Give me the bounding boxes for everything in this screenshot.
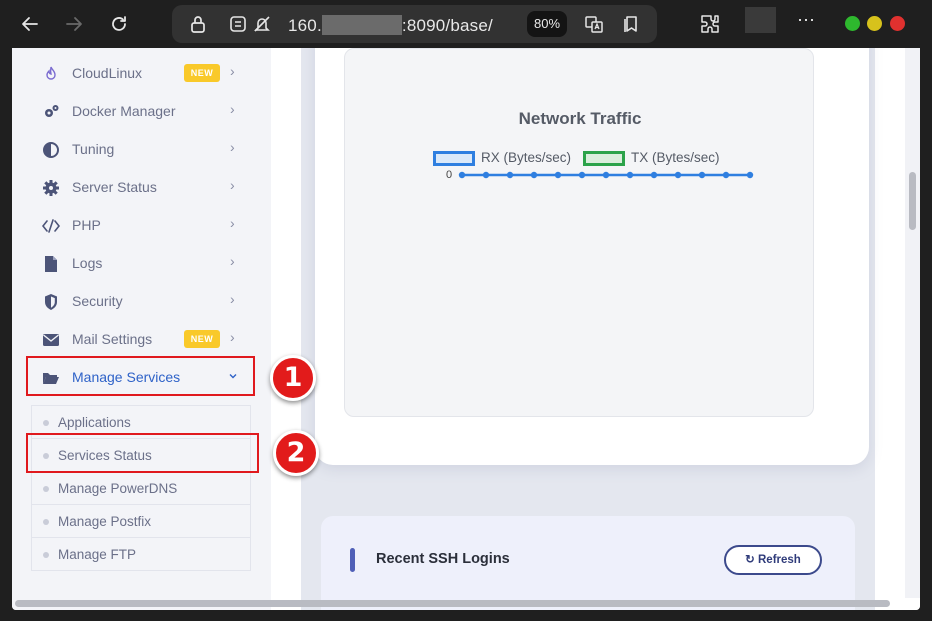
chevron-right-icon: ›	[230, 63, 235, 79]
url-path: :8090/base/	[401, 16, 493, 35]
sidebar-item-security[interactable]: Security ›	[30, 283, 262, 321]
address-bar[interactable]: 160. :8090/base/ 80%	[172, 5, 657, 43]
main-content: Network Traffic RX (Bytes/sec) TX (Bytes…	[271, 48, 920, 610]
chevron-right-icon: ›	[230, 177, 235, 193]
site-info-icon[interactable]	[228, 14, 248, 34]
sidebar: CloudLinux NEW › Docker Manager › Tuning…	[12, 48, 271, 610]
submenu-item-manage-ftp[interactable]: Manage FTP	[32, 538, 250, 571]
chevron-right-icon: ›	[230, 253, 235, 269]
url-redacted	[321, 15, 402, 35]
highlight-box-step2	[26, 433, 259, 473]
legend-label-rx: RX (Bytes/sec)	[481, 150, 572, 165]
sidebar-item-label: Tuning	[72, 141, 115, 157]
more-menu-button[interactable]: ⋯	[797, 10, 816, 31]
step-1-marker: 1	[270, 355, 316, 401]
sidebar-item-mail-settings[interactable]: Mail Settings NEW ›	[30, 321, 262, 359]
maximize-button[interactable]	[867, 16, 882, 31]
arrow-right-icon	[66, 17, 82, 31]
vertical-scrollbar-track	[905, 48, 920, 598]
envelope-icon	[43, 334, 59, 346]
sidebar-item-label: Security	[72, 293, 123, 309]
url-host-prefix: 160.	[288, 16, 322, 35]
chevron-right-icon: ›	[230, 291, 235, 307]
half-circle-icon	[43, 142, 59, 158]
reload-button[interactable]	[105, 10, 133, 38]
arrow-left-icon	[22, 17, 38, 31]
chart-legend: RX (Bytes/sec) TX (Bytes/sec)	[433, 150, 733, 166]
code-icon	[42, 219, 60, 233]
sidebar-item-label: PHP	[72, 217, 101, 233]
forward-button[interactable]	[60, 10, 88, 38]
gear-icon	[43, 180, 59, 196]
cogs-icon	[45, 105, 59, 117]
submenu-item-label: Applications	[58, 415, 131, 430]
chevron-right-icon: ›	[230, 101, 235, 117]
sidebar-item-tuning[interactable]: Tuning ›	[30, 131, 262, 169]
sidebar-item-server-status[interactable]: Server Status ›	[30, 169, 262, 207]
manage-services-submenu: Applications Services Status Manage Powe…	[31, 405, 251, 571]
bullet-dot-icon	[43, 420, 49, 426]
sidebar-item-php[interactable]: PHP ›	[30, 207, 262, 245]
sidebar-item-cloudlinux[interactable]: CloudLinux NEW ›	[30, 55, 262, 93]
submenu-item-label: Manage Postfix	[58, 514, 152, 529]
section-accent-bar	[350, 548, 355, 572]
legend-label-tx: TX (Bytes/sec)	[631, 150, 720, 165]
content-column: Network Traffic RX (Bytes/sec) TX (Bytes…	[301, 48, 875, 610]
flame-icon	[46, 66, 56, 80]
chevron-right-icon: ›	[230, 215, 235, 231]
vertical-scrollbar-thumb[interactable]	[909, 172, 916, 230]
chevron-right-icon: ›	[230, 139, 235, 155]
notifications-off-icon[interactable]	[252, 14, 272, 34]
chevron-right-icon: ›	[230, 329, 235, 345]
refresh-icon: ↻	[745, 554, 755, 566]
sidebar-item-label: Logs	[72, 255, 103, 271]
sidebar-item-label: CloudLinux	[72, 65, 143, 81]
submenu-item-label: Manage PowerDNS	[58, 481, 178, 496]
highlight-box-step1	[26, 356, 255, 396]
bullet-dot-icon	[43, 519, 49, 525]
legend-swatch-tx	[583, 151, 625, 166]
page-viewport: CloudLinux NEW › Docker Manager › Tuning…	[12, 48, 920, 610]
sidebar-item-logs[interactable]: Logs ›	[30, 245, 262, 283]
sidebar-item-label: Mail Settings	[72, 331, 153, 347]
browser-toolbar: 160. :8090/base/ 80% ⋯	[0, 0, 932, 48]
minimize-button[interactable]	[845, 16, 860, 31]
extensions-icon[interactable]	[698, 12, 722, 36]
translate-icon[interactable]	[584, 14, 604, 34]
chart-title: Network Traffic	[518, 109, 642, 128]
submenu-item-manage-powerdns[interactable]: Manage PowerDNS	[32, 472, 250, 505]
traffic-series-line	[458, 171, 754, 179]
step-2-marker: 2	[273, 430, 319, 476]
zoom-indicator[interactable]: 80%	[527, 11, 567, 37]
refresh-button[interactable]: ↻ Refresh	[724, 545, 822, 575]
file-icon	[45, 256, 57, 272]
sidebar-item-label: Docker Manager	[72, 103, 176, 119]
back-button[interactable]	[16, 10, 44, 38]
collections-icon[interactable]	[621, 14, 641, 34]
y-axis-zero-label: 0	[446, 169, 453, 181]
bullet-dot-icon	[43, 552, 49, 558]
bullet-dot-icon	[43, 486, 49, 492]
new-badge: NEW	[184, 330, 220, 348]
network-traffic-card: Network Traffic RX (Bytes/sec) TX (Bytes…	[315, 48, 869, 465]
sidebar-item-docker-manager[interactable]: Docker Manager ›	[30, 93, 262, 131]
lock-icon[interactable]	[188, 14, 208, 34]
legend-swatch-rx	[433, 151, 475, 166]
submenu-item-manage-postfix[interactable]: Manage Postfix	[32, 505, 250, 538]
submenu-item-label: Manage FTP	[58, 547, 137, 562]
recent-ssh-logins-card: Recent SSH Logins ↻ Refresh	[321, 516, 855, 610]
shield-icon	[45, 294, 57, 310]
sidebar-item-label: Server Status	[72, 179, 157, 195]
reload-icon	[112, 16, 126, 31]
refresh-label: Refresh	[758, 554, 801, 566]
new-badge: NEW	[184, 64, 220, 82]
network-traffic-chart: Network Traffic RX (Bytes/sec) TX (Bytes…	[344, 48, 814, 417]
url-text[interactable]: 160. :8090/base/	[288, 15, 493, 36]
close-button[interactable]	[890, 16, 905, 31]
profile-avatar[interactable]	[745, 7, 776, 33]
section-title: Recent SSH Logins	[376, 551, 510, 567]
horizontal-scrollbar-thumb[interactable]	[15, 600, 890, 607]
